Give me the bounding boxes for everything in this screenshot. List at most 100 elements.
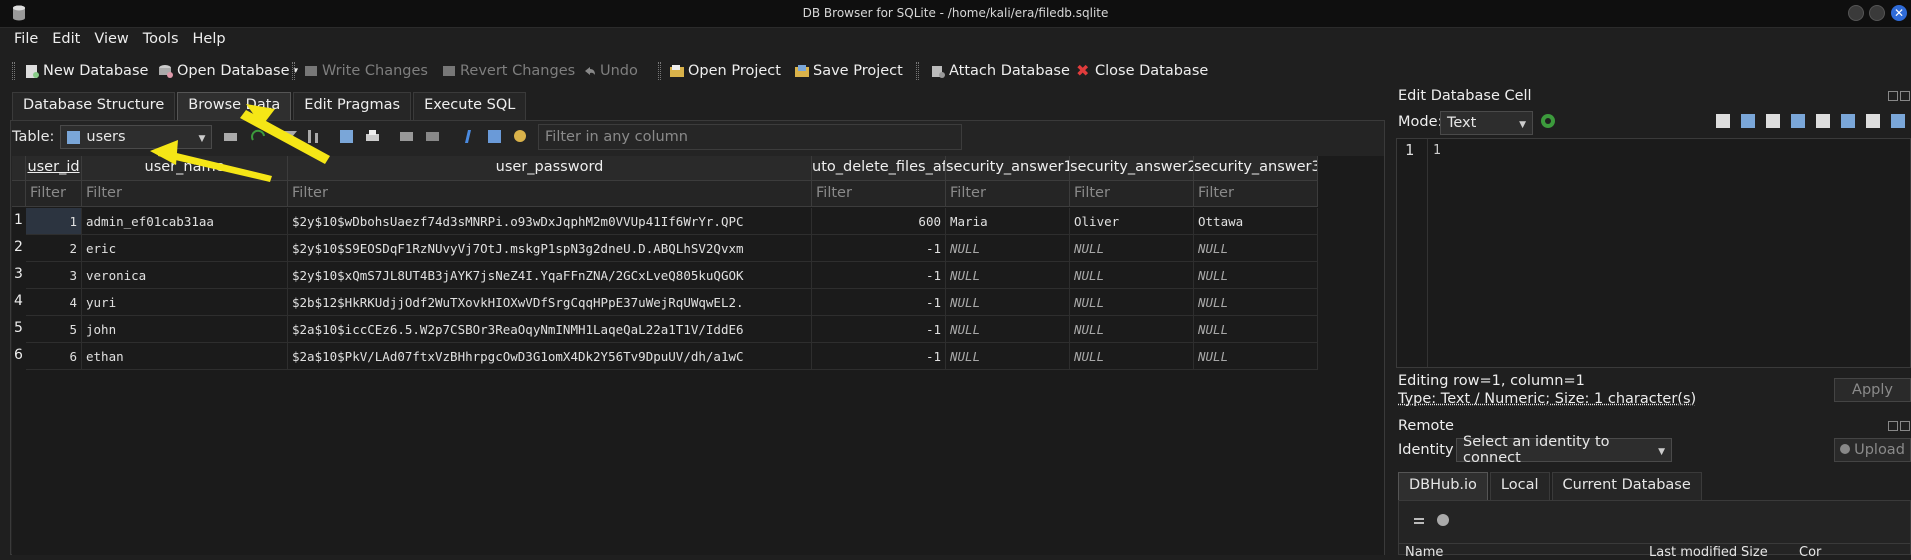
conditional-format-icon[interactable] (512, 128, 529, 145)
menu-edit[interactable]: Edit (45, 28, 87, 47)
cell-user-password[interactable]: $2y$10$wDbohsUaezf74d3sMNRPi.o93wDxJqphM… (288, 208, 812, 235)
open-in-application-icon[interactable] (1816, 114, 1830, 128)
insert-record-icon[interactable] (398, 128, 415, 145)
cell-security-answer3[interactable]: Ottawa (1194, 208, 1318, 235)
write-changes-button[interactable]: Write Changes (303, 60, 428, 82)
cell-security-answer1[interactable]: NULL (946, 235, 1070, 262)
column-header-user-id[interactable]: user_id (26, 156, 82, 181)
print-icon[interactable] (364, 128, 381, 145)
cell-auto-delete[interactable]: -1 (812, 316, 946, 343)
save-project-button[interactable]: Save Project (794, 60, 903, 82)
cell-user-id[interactable]: 3 (26, 262, 82, 289)
cell-auto-delete[interactable]: -1 (812, 262, 946, 289)
revert-changes-button[interactable]: Revert Changes (441, 60, 575, 82)
corner-header[interactable] (12, 156, 26, 181)
cell-security-answer1[interactable]: NULL (946, 316, 1070, 343)
tab-local[interactable]: Local (1489, 472, 1550, 500)
close-window-button[interactable]: ✕ (1891, 5, 1907, 21)
filter-security-answer2[interactable]: Filter (1070, 181, 1194, 207)
cell-user-password[interactable]: $2a$10$iccCEz6.5.W2p7CSBOr3ReaOqyNmINMH1… (288, 316, 812, 343)
remote-col-size[interactable]: Size (1741, 545, 1768, 560)
menu-help[interactable]: Help (186, 28, 233, 47)
apply-button[interactable]: Apply (1834, 378, 1911, 402)
row-number[interactable]: 4 (12, 289, 26, 316)
column-header-security-answer1[interactable]: security_answer1 (946, 156, 1070, 181)
column-header-auto-delete[interactable]: uto_delete_files_aft (812, 156, 946, 181)
column-header-user-name[interactable]: user_name (82, 156, 288, 181)
close-database-button[interactable]: ✖ Close Database (1076, 60, 1208, 82)
cell-user-id[interactable]: 1 (26, 208, 82, 235)
tab-browse-data[interactable]: Browse Data (177, 92, 292, 120)
remote-col-last-modified[interactable]: Last modified (1649, 545, 1737, 560)
refresh-icon[interactable] (1411, 513, 1427, 529)
clear-filters-icon[interactable] (250, 128, 267, 145)
cell-security-answer2[interactable]: NULL (1070, 289, 1194, 316)
cell-security-answer1[interactable]: NULL (946, 262, 1070, 289)
cell-security-answer3[interactable]: NULL (1194, 343, 1318, 370)
cell-user-name[interactable]: veronica (82, 262, 288, 289)
open-project-button[interactable]: Open Project (669, 60, 781, 82)
cell-security-answer3[interactable]: NULL (1194, 235, 1318, 262)
tab-current-database[interactable]: Current Database (1551, 472, 1702, 500)
cell-user-id[interactable]: 2 (26, 235, 82, 262)
cell-user-id[interactable]: 4 (26, 289, 82, 316)
open-database-button[interactable]: Open Database ▾ (158, 60, 298, 82)
row-number[interactable]: 3 (12, 262, 26, 289)
cell-user-password[interactable]: $2b$12$HkRKUdjjOdf2WuTXovkHIOXwVDfSrgCqq… (288, 289, 812, 316)
minimize-button[interactable] (1848, 5, 1864, 21)
export-icon[interactable] (1741, 114, 1755, 128)
filter-any-column-input[interactable]: Filter in any column (538, 124, 962, 150)
column-header-security-answer2[interactable]: security_answer2 (1070, 156, 1194, 181)
find-icon[interactable] (486, 128, 503, 145)
close-panel-icon[interactable] (1900, 91, 1910, 101)
word-wrap-icon[interactable] (1791, 114, 1805, 128)
identity-select[interactable]: Select an identity to connect ▼ (1456, 434, 1672, 466)
cell-security-answer2[interactable]: NULL (1070, 343, 1194, 370)
cell-security-answer1[interactable]: NULL (946, 289, 1070, 316)
tab-execute-sql[interactable]: Execute SQL (413, 92, 527, 120)
menu-tools[interactable]: Tools (136, 28, 186, 47)
undo-button[interactable]: Undo (581, 60, 638, 82)
menu-file[interactable]: File (0, 28, 45, 47)
cell-security-answer3[interactable]: NULL (1194, 289, 1318, 316)
tab-dbhub[interactable]: DBHub.io (1398, 472, 1488, 500)
tab-edit-pragmas[interactable]: Edit Pragmas (293, 92, 412, 120)
menu-view[interactable]: View (87, 28, 135, 47)
row-number[interactable]: 5 (12, 316, 26, 343)
refresh-icon[interactable] (222, 128, 239, 145)
cell-security-answer3[interactable]: NULL (1194, 262, 1318, 289)
cell-user-name[interactable]: admin_ef01cab31aa (82, 208, 288, 235)
column-header-user-password[interactable]: user_password (288, 156, 812, 181)
cell-auto-delete[interactable]: -1 (812, 235, 946, 262)
remote-col-name[interactable]: Name (1405, 545, 1443, 560)
row-number[interactable]: 1 (12, 208, 26, 235)
cell-user-name[interactable]: john (82, 316, 288, 343)
cell-auto-delete[interactable]: -1 (812, 289, 946, 316)
cell-user-name[interactable]: eric (82, 235, 288, 262)
cell-user-password[interactable]: $2y$10$xQmS7JL8UT4B3jAYK7jsNeZ4I.YqaFFnZ… (288, 262, 812, 289)
close-panel-icon[interactable] (1900, 421, 1910, 431)
upload-button[interactable]: Upload (1834, 438, 1911, 462)
maximize-button[interactable] (1869, 5, 1885, 21)
cell-security-answer1[interactable]: NULL (946, 343, 1070, 370)
table-select[interactable]: users ▼ (60, 125, 213, 149)
new-database-button[interactable]: New Database (24, 60, 148, 82)
save-table-icon[interactable] (338, 128, 355, 145)
cell-security-answer3[interactable]: NULL (1194, 316, 1318, 343)
row-number[interactable]: 6 (12, 343, 26, 370)
remote-col-commit[interactable]: Cor (1799, 545, 1821, 560)
cell-security-answer2[interactable]: Oliver (1070, 208, 1194, 235)
cell-user-password[interactable]: $2y$10$S9EOSDqF1RzNUvyVj7OtJ.mskgP1spN3g… (288, 235, 812, 262)
filter-security-answer1[interactable]: Filter (946, 181, 1070, 207)
attach-database-button[interactable]: Attach Database (930, 60, 1070, 82)
filter-security-answer3[interactable]: Filter (1194, 181, 1318, 207)
cell-user-id[interactable]: 6 (26, 343, 82, 370)
cell-security-answer1[interactable]: Maria (946, 208, 1070, 235)
delete-record-icon[interactable] (424, 128, 441, 145)
filter-icon[interactable] (282, 128, 299, 145)
cell-user-name[interactable]: ethan (82, 343, 288, 370)
column-header-security-answer3[interactable]: security_answer3 (1194, 156, 1318, 181)
indent-icon[interactable] (1866, 114, 1880, 128)
cell-user-password[interactable]: $2a$10$PkV/LAd07ftxVzBHhrpgcOwD3G1omX4Dk… (288, 343, 812, 370)
cell-security-answer2[interactable]: NULL (1070, 316, 1194, 343)
